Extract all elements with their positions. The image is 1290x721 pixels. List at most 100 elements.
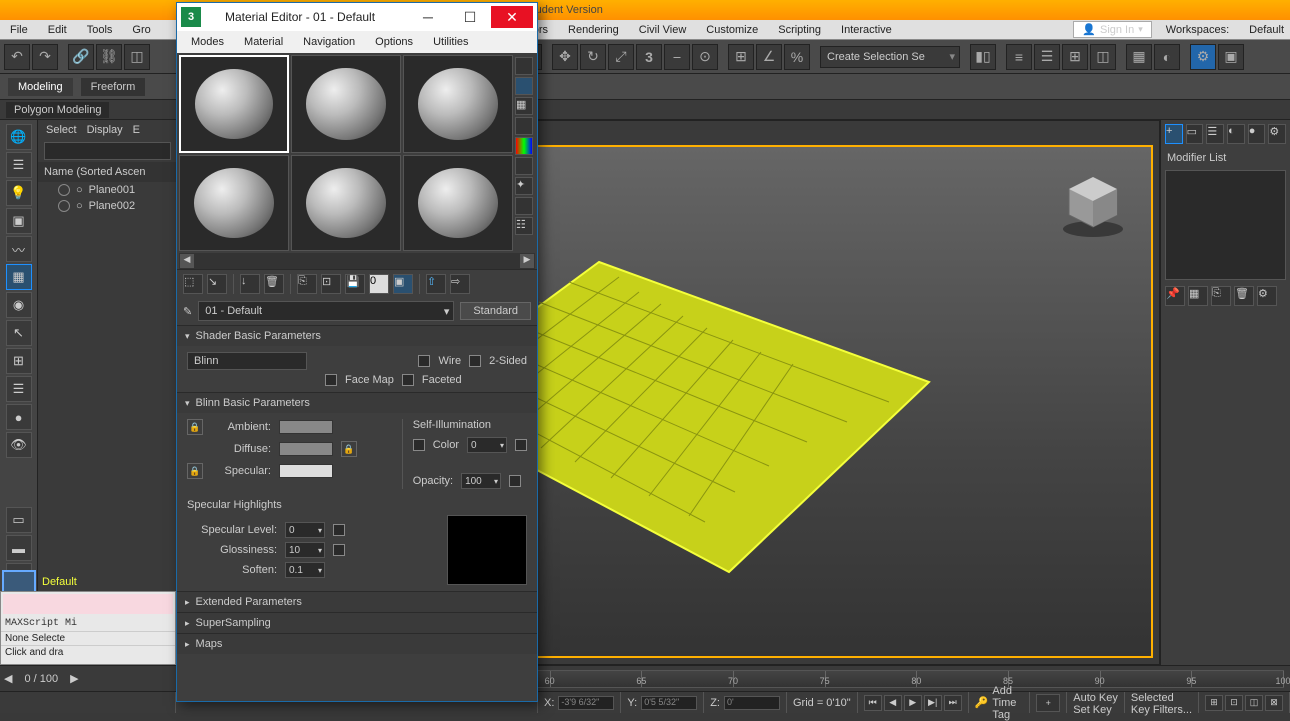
rollup-header-maps[interactable]: Maps <box>177 634 537 654</box>
mat-menu-utilities[interactable]: Utilities <box>423 34 478 50</box>
soften-spinner[interactable]: 0.1 <box>285 562 325 578</box>
nav-button-4[interactable]: ⊠ <box>1265 695 1283 711</box>
eye-icon[interactable]: 👁 <box>6 432 32 458</box>
material-editor-button[interactable]: ◐ <box>1154 44 1180 70</box>
screen-icon[interactable]: ▣ <box>6 208 32 234</box>
selfillum-color-checkbox[interactable] <box>413 439 425 451</box>
visibility-icon[interactable] <box>58 200 70 212</box>
material-slot-2[interactable] <box>291 55 401 153</box>
grid-icon[interactable]: ⊞ <box>6 348 32 374</box>
modify-tab[interactable]: ▭ <box>1186 124 1204 144</box>
twosided-checkbox[interactable] <box>469 355 481 367</box>
modifier-stack[interactable] <box>1165 170 1286 280</box>
snap-button[interactable]: ⊞ <box>728 44 754 70</box>
bigkey-button[interactable]: + <box>1036 694 1060 712</box>
mat-menu-material[interactable]: Material <box>234 34 293 50</box>
assign-button[interactable]: ↓ <box>240 274 260 294</box>
refsys-button[interactable]: ⎯ <box>664 44 690 70</box>
menu-edit[interactable]: Edit <box>38 22 77 38</box>
layer-button[interactable]: ☰ <box>1034 44 1060 70</box>
undo-button[interactable]: ↶ <box>4 44 30 70</box>
maximize-button[interactable]: ☐ <box>449 6 491 28</box>
video-check-icon[interactable] <box>515 157 533 175</box>
dot-icon[interactable]: ● <box>6 404 32 430</box>
specular-swatch[interactable] <box>279 464 333 478</box>
rollup-header-extended[interactable]: Extended Parameters <box>177 592 537 612</box>
scene-tab-display[interactable]: Display <box>87 124 123 136</box>
show-result-button[interactable]: ▦ <box>1188 286 1208 306</box>
subtab-polygon-modeling[interactable]: Polygon Modeling <box>6 102 109 118</box>
material-slot-3[interactable] <box>403 55 513 153</box>
opacity-map-button[interactable] <box>509 475 521 487</box>
world-icon[interactable]: 🌐 <box>6 124 32 150</box>
menu-civilview[interactable]: Civil View <box>629 22 696 38</box>
keymode-dropdown[interactable]: Selected <box>1131 692 1174 704</box>
options-icon[interactable] <box>515 197 533 215</box>
doc-icon[interactable]: ▭ <box>6 507 32 533</box>
dropper-icon[interactable]: ✎ <box>183 305 192 318</box>
lock-specular-button[interactable]: 🔒 <box>187 463 203 479</box>
material-slot-5[interactable] <box>291 155 401 251</box>
redo-button[interactable]: ↷ <box>32 44 58 70</box>
pick-icon[interactable]: ↖ <box>6 320 32 346</box>
display-tab[interactable]: ● <box>1248 124 1266 144</box>
add-time-tag[interactable]: Add Time Tag <box>992 685 1023 721</box>
spec-level-map-button[interactable] <box>333 524 345 536</box>
scene-item-plane002[interactable]: ○ Plane002 <box>38 198 177 214</box>
key-icon[interactable]: 🔑 <box>975 696 989 709</box>
render-setup-button[interactable]: ⚙ <box>1190 44 1216 70</box>
timeline-prev-button[interactable]: ◀ <box>4 672 12 685</box>
mat-menu-modes[interactable]: Modes <box>181 34 234 50</box>
circle-icon[interactable]: ◉ <box>6 292 32 318</box>
goto-end-button[interactable]: ⏭ <box>944 695 962 711</box>
keyfilters-button[interactable]: Key Filters... <box>1131 704 1192 716</box>
mirror-button[interactable]: ▮▯ <box>970 44 996 70</box>
lock-diffuse-button[interactable]: 🔒 <box>341 441 357 457</box>
color-check-icon[interactable] <box>515 137 533 155</box>
go-forward-button[interactable]: ⇨ <box>450 274 470 294</box>
show-in-viewport-button[interactable]: ▣ <box>393 274 413 294</box>
nav-button-2[interactable]: ⊡ <box>1225 695 1243 711</box>
backlight-icon[interactable] <box>515 77 533 95</box>
bind-button[interactable]: ◫ <box>124 44 150 70</box>
nav-button-3[interactable]: ◫ <box>1245 695 1263 711</box>
menu-rendering[interactable]: Rendering <box>558 22 629 38</box>
unlink-button[interactable]: ⛓ <box>96 44 122 70</box>
glossiness-spinner[interactable]: 10 <box>285 542 325 558</box>
uv-tiling-icon[interactable] <box>515 117 533 135</box>
rollup-header-shader[interactable]: Shader Basic Parameters <box>177 326 537 346</box>
rollup-header-blinn[interactable]: Blinn Basic Parameters <box>177 393 537 413</box>
scene-tab-edit[interactable]: E <box>133 124 140 136</box>
opacity-spinner[interactable]: 100 <box>461 473 501 489</box>
layer-icon[interactable]: ☰ <box>6 152 32 178</box>
schematic-button[interactable]: ▦ <box>1126 44 1152 70</box>
next-frame-button[interactable]: ▶| <box>924 695 942 711</box>
put-to-scene-button[interactable]: ↘ <box>207 274 227 294</box>
menu-interactive[interactable]: Interactive <box>831 22 902 38</box>
list-icon[interactable]: ☰ <box>6 376 32 402</box>
toggle-button[interactable]: ⊞ <box>1062 44 1088 70</box>
center-button[interactable]: ⊙ <box>692 44 718 70</box>
reset-button[interactable]: 🗑 <box>264 274 284 294</box>
scroll-left-button[interactable]: ◀ <box>179 253 195 269</box>
selected-icon[interactable]: ▦ <box>6 264 32 290</box>
nav-button-1[interactable]: ⊞ <box>1205 695 1223 711</box>
ribbon-tab-modeling[interactable]: Modeling <box>8 78 73 96</box>
material-editor-titlebar[interactable]: 3 Material Editor - 01 - Default ─ ☐ ✕ <box>177 3 537 31</box>
link-button[interactable]: 🔗 <box>68 44 94 70</box>
preview-icon[interactable]: ✦ <box>515 177 533 195</box>
render-button[interactable]: ▣ <box>1218 44 1244 70</box>
selfillum-spinner[interactable]: 0 <box>467 437 507 453</box>
light-icon[interactable]: 💡 <box>6 180 32 206</box>
selfillum-map-button[interactable] <box>515 439 527 451</box>
select-by-material-icon[interactable]: ☷ <box>515 217 533 235</box>
ribbon-tab-freeform[interactable]: Freeform <box>81 78 146 96</box>
sample-type-icon[interactable] <box>515 57 533 75</box>
mat-menu-navigation[interactable]: Navigation <box>293 34 365 50</box>
y-input[interactable]: 0'5 5/32" <box>641 696 697 710</box>
material-id-button[interactable]: 0 <box>369 274 389 294</box>
mat-menu-options[interactable]: Options <box>365 34 423 50</box>
utilities-tab[interactable]: ⚙ <box>1268 124 1286 144</box>
selection-set-dropdown[interactable]: Create Selection Se <box>820 46 960 68</box>
menu-scripting[interactable]: Scripting <box>768 22 831 38</box>
